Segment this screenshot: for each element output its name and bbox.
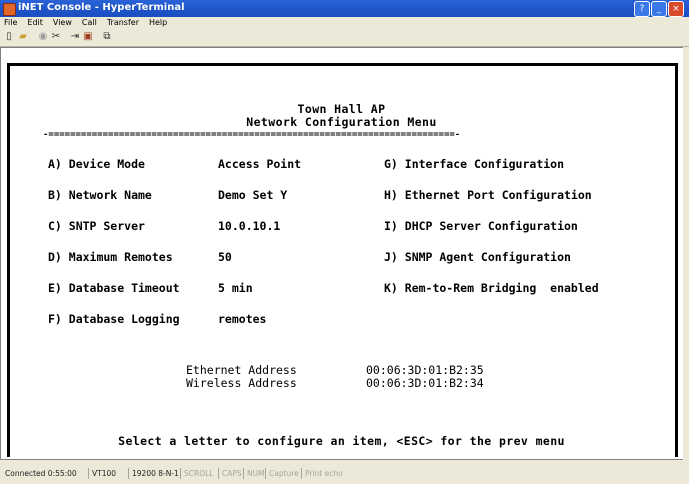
disconnect-icon[interactable]: ✂ [50,31,62,43]
menu-help[interactable]: Help [149,18,167,27]
option-c-label[interactable]: C) SNTP Server [48,219,145,233]
separator-line: -=======================================… [43,130,461,140]
status-scroll: SCROLL [180,468,213,479]
send-icon[interactable]: ⇥ [69,31,81,43]
status-connected: Connected 0:55:00 [5,469,77,478]
close-button[interactable]: × [668,1,684,17]
option-d-label[interactable]: D) Maximum Remotes [48,250,173,264]
option-g[interactable]: G) Interface Configuration [384,157,564,171]
option-b-label[interactable]: B) Network Name [48,188,152,202]
status-bar: Connected 0:55:00 VT100 19200 8-N-1 SCRO… [0,460,689,484]
help-button[interactable]: ? [634,1,650,17]
option-e-value: 5 min [218,281,253,295]
status-emulation: VT100 [88,468,116,479]
option-f-label[interactable]: F) Database Logging [48,312,180,326]
ethernet-address-label: Ethernet Address [186,363,297,377]
title-bar[interactable]: iNET Console - HyperTerminal ? _ × [0,0,689,17]
option-f-value: remotes [218,312,267,326]
status-print-echo: Print echo [301,468,343,479]
option-d-value: 50 [218,250,232,264]
option-a-label[interactable]: A) Device Mode [48,157,145,171]
connect-icon[interactable]: ◉ [37,31,49,43]
open-icon[interactable]: ▰ [17,31,29,43]
header-title: Town Hall AP [297,102,386,116]
hyperterminal-phone-icon [3,3,16,16]
menu-bar: File Edit View Call Transfer Help [0,17,689,29]
vertical-scrollbar[interactable] [683,47,689,460]
menu-call[interactable]: Call [82,18,97,27]
option-e-label[interactable]: E) Database Timeout [48,281,180,295]
window-title: iNET Console - HyperTerminal [18,2,185,13]
properties-icon[interactable]: ⧉ [101,31,113,43]
prompt-text: Select a letter to configure an item, <E… [118,434,565,448]
status-num: NUM [243,468,265,479]
status-settings: 19200 8-N-1 [128,468,179,479]
toolbar: ▯ ▰ ◉ ✂ ⇥ ▣ ⧉ [0,29,689,47]
menu-transfer[interactable]: Transfer [107,18,139,27]
wireless-address-value: 00:06:3D:01:B2:34 [366,376,484,390]
menu-file[interactable]: File [4,18,17,27]
option-i[interactable]: I) DHCP Server Configuration [384,219,578,233]
option-h[interactable]: H) Ethernet Port Configuration [384,188,592,202]
terminal-screen: Town Hall AP Network Configuration Menu … [0,52,683,457]
menu-view[interactable]: View [53,18,72,27]
option-b-value: Demo Set Y [218,188,288,202]
menu-edit[interactable]: Edit [27,18,43,27]
receive-icon[interactable]: ▣ [82,31,94,43]
header-subtitle: Network Configuration Menu [246,115,437,129]
option-a-value: Access Point [218,157,302,171]
wireless-address-label: Wireless Address [186,376,297,390]
option-k[interactable]: K) Rem-to-Rem Bridging enabled [384,281,599,295]
option-c-value: 10.0.10.1 [218,219,281,233]
status-capture: Capture [265,468,299,479]
minimize-button[interactable]: _ [651,1,667,17]
new-icon[interactable]: ▯ [3,31,15,43]
ethernet-address-value: 00:06:3D:01:B2:35 [366,363,484,377]
option-j[interactable]: J) SNMP Agent Configuration [384,250,571,264]
status-caps: CAPS [218,468,242,479]
